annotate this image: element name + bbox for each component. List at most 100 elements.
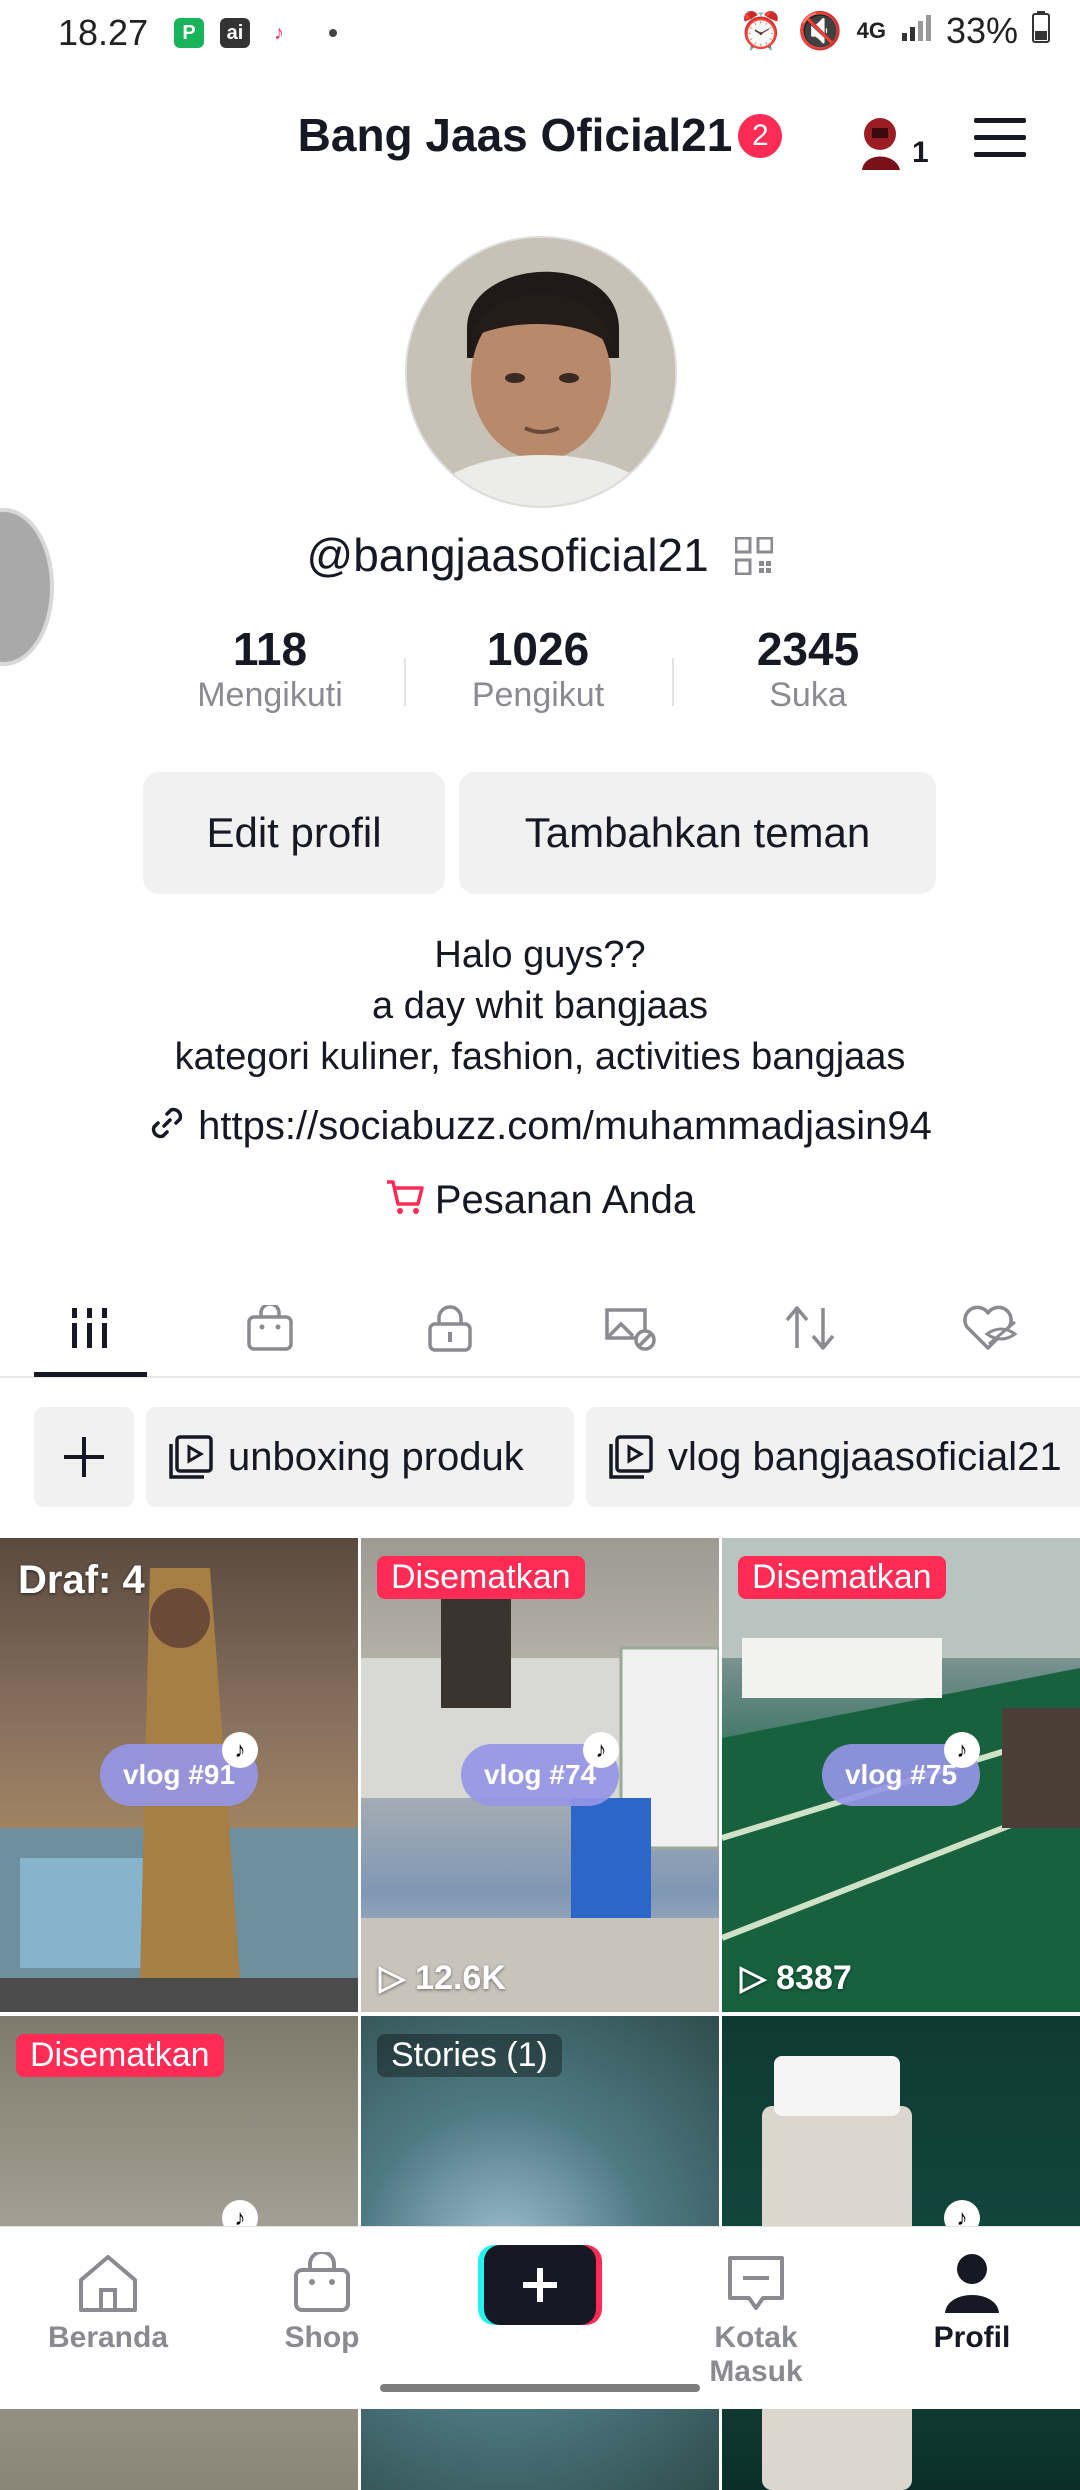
add-friends-button[interactable]: Tambahkan teman bbox=[459, 772, 936, 894]
tagged-icon bbox=[605, 1308, 656, 1351]
cart-icon bbox=[385, 1178, 425, 1226]
tiktok-notification-icon: ♪ bbox=[274, 22, 284, 44]
play-icon: ▷ bbox=[379, 1959, 406, 1997]
tab-private[interactable] bbox=[360, 1280, 540, 1376]
nav-shop-label: Shop bbox=[284, 2321, 360, 2354]
create-button[interactable] bbox=[478, 2245, 602, 2329]
plus-icon bbox=[64, 1437, 104, 1477]
profile-avatar[interactable] bbox=[405, 236, 677, 508]
shop-bag-icon bbox=[247, 1305, 293, 1351]
profile-tabs bbox=[0, 1280, 1080, 1378]
video-thumbnail[interactable]: Draf: 4 vlog #91 ♪ bbox=[0, 1538, 358, 2012]
nav-profile[interactable]: Profil bbox=[882, 2245, 1062, 2355]
bottom-navigation: Beranda Shop Kotak Masuk Profil bbox=[0, 2226, 1080, 2409]
status-time: 18.27 bbox=[58, 12, 149, 53]
tab-videos[interactable] bbox=[0, 1280, 180, 1376]
mute-icon: 🔇 bbox=[797, 10, 843, 51]
stat-following[interactable]: 118 Mengikuti bbox=[140, 622, 400, 715]
bio-line: a day whit bangjaas bbox=[372, 985, 708, 1027]
orders-row[interactable]: Pesanan Anda bbox=[0, 1178, 1080, 1226]
stat-likes-value: 2345 bbox=[756, 623, 860, 675]
shop-bag-icon bbox=[294, 2252, 350, 2312]
menu-icon[interactable] bbox=[972, 116, 1028, 162]
tab-reposts[interactable] bbox=[720, 1280, 900, 1376]
tiktok-mark-icon: ♪ bbox=[944, 1732, 980, 1768]
active-tab-indicator bbox=[34, 1372, 147, 1377]
profile-bio: Halo guys?? a day whit bangjaas kategori… bbox=[0, 930, 1080, 1083]
app-notification-icon: ai bbox=[220, 18, 250, 48]
pinned-badge: Disematkan bbox=[738, 1556, 946, 1599]
stat-likes-label: Suka bbox=[769, 676, 847, 714]
playlist-row: unboxing produk vlog bangjaasoficial21 bbox=[0, 1407, 1080, 1507]
add-playlist-button[interactable] bbox=[34, 1407, 134, 1507]
app-notification-icon: P bbox=[174, 18, 204, 48]
avatar-photo bbox=[407, 238, 675, 506]
home-indicator[interactable] bbox=[380, 2384, 700, 2392]
tiktok-mark-icon: ♪ bbox=[583, 1732, 619, 1768]
nav-inbox-label: Kotak Masuk bbox=[709, 2321, 803, 2388]
pinned-badge: Disematkan bbox=[16, 2034, 224, 2077]
status-bar: 18.27 P ai ♪ • ⏰ 🔇 4G 33% bbox=[0, 0, 1080, 66]
bio-line: Halo guys?? bbox=[434, 934, 646, 976]
alarm-icon: ⏰ bbox=[738, 10, 784, 51]
nav-profile-label: Profil bbox=[933, 2321, 1011, 2354]
stat-divider bbox=[672, 658, 674, 706]
stat-divider bbox=[404, 658, 406, 706]
play-icon: ▷ bbox=[740, 1959, 767, 1997]
view-count: ▷ 8387 bbox=[740, 1958, 852, 1998]
nav-home[interactable]: Beranda bbox=[18, 2245, 198, 2355]
grid-icon bbox=[72, 1308, 107, 1348]
playlist-chip[interactable]: unboxing produk bbox=[146, 1407, 574, 1507]
signal-icon bbox=[900, 10, 932, 52]
more-notifications-icon: • bbox=[328, 17, 338, 48]
stories-badge: Stories (1) bbox=[377, 2034, 562, 2077]
view-count: ▷ 12.6K bbox=[379, 1958, 506, 1998]
stat-followers-label: Pengikut bbox=[471, 676, 605, 714]
inbox-icon bbox=[728, 2256, 784, 2310]
edit-profile-button[interactable]: Edit profil bbox=[143, 772, 445, 894]
qr-code-icon[interactable] bbox=[734, 532, 774, 586]
stat-following-value: 118 bbox=[232, 623, 308, 675]
repost-icon bbox=[785, 1306, 835, 1350]
account-notification-badge: 2 bbox=[738, 114, 783, 158]
friends-count: 1 bbox=[912, 136, 929, 169]
profile-handle-row: @bangjaasoficial21 bbox=[0, 528, 1080, 586]
profile-handle: @bangjaasoficial21 bbox=[306, 529, 709, 581]
orders-label: Pesanan Anda bbox=[434, 1178, 696, 1222]
profile-display-name[interactable]: Bang Jaas Oficial21 bbox=[298, 109, 733, 161]
friends-button[interactable]: 1 bbox=[858, 112, 929, 174]
playlist-chip-label: vlog bangjaasoficial21 bbox=[668, 1434, 1062, 1479]
home-icon bbox=[79, 2255, 137, 2312]
liked-hidden-icon bbox=[963, 1305, 1018, 1350]
stat-following-label: Mengikuti bbox=[197, 676, 343, 714]
nav-shop[interactable]: Shop bbox=[232, 2245, 412, 2355]
profile-link[interactable]: https://sociabuzz.com/muhammadjasin94 bbox=[198, 1104, 932, 1148]
network-type: 4G bbox=[856, 18, 886, 43]
plus-icon bbox=[484, 2245, 596, 2325]
playlist-chip-label: unboxing produk bbox=[228, 1434, 524, 1479]
video-thumbnail[interactable]: Disematkan vlog #75 ♪ ▷ 8387 bbox=[722, 1538, 1080, 2012]
status-right: ⏰ 🔇 4G 33% bbox=[739, 10, 1050, 52]
link-icon bbox=[148, 1104, 186, 1152]
video-thumbnail[interactable]: Disematkan vlog #74 ♪ ▷ 12.6K bbox=[361, 1538, 719, 2012]
friend-avatar-icon bbox=[862, 118, 900, 170]
stat-likes[interactable]: 2345 Suka bbox=[678, 622, 938, 715]
tab-shop[interactable] bbox=[180, 1280, 360, 1376]
pinned-badge: Disematkan bbox=[377, 1556, 585, 1599]
nav-inbox[interactable]: Kotak Masuk bbox=[666, 2245, 846, 2389]
tab-tagged[interactable] bbox=[540, 1280, 720, 1376]
battery-icon bbox=[1032, 10, 1050, 52]
playlist-chip[interactable]: vlog bangjaasoficial21 bbox=[586, 1407, 1080, 1507]
nav-home-label: Beranda bbox=[47, 2321, 169, 2354]
playlist-icon bbox=[609, 1435, 653, 1479]
stat-followers[interactable]: 1026 Pengikut bbox=[408, 622, 668, 715]
profile-icon bbox=[945, 2254, 999, 2313]
tab-liked[interactable] bbox=[900, 1280, 1080, 1376]
profile-link-row[interactable]: https://sociabuzz.com/muhammadjasin94 bbox=[0, 1104, 1080, 1152]
lock-icon bbox=[428, 1305, 472, 1352]
battery-level: 33% bbox=[945, 10, 1018, 51]
tiktok-mark-icon: ♪ bbox=[222, 1732, 258, 1768]
draft-badge: Draf: 4 bbox=[18, 1558, 145, 1602]
playlist-icon bbox=[169, 1435, 213, 1479]
stat-followers-value: 1026 bbox=[486, 623, 590, 675]
